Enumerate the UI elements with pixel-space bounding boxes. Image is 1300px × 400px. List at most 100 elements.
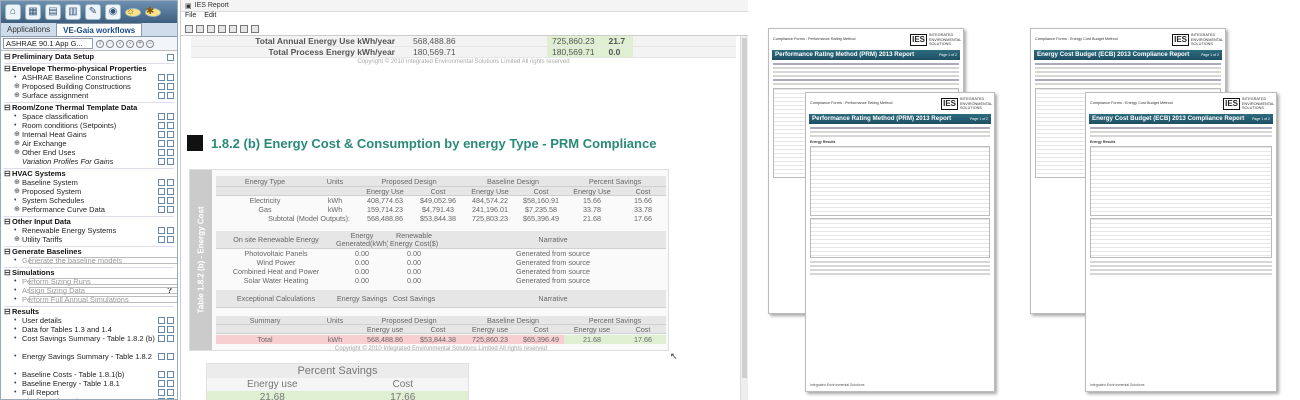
- checkbox[interactable]: [158, 149, 165, 156]
- checkbox[interactable]: [167, 122, 174, 129]
- checkbox[interactable]: [167, 206, 174, 213]
- checkbox[interactable]: [29, 278, 177, 285]
- checkbox[interactable]: [167, 140, 174, 147]
- checkbox[interactable]: [158, 206, 165, 213]
- checkbox[interactable]: [167, 353, 174, 360]
- workflow-combo[interactable]: ASHRAE 90.1 App G...: [3, 38, 93, 49]
- collapse-icon[interactable]: ⊟: [4, 268, 12, 277]
- checkbox[interactable]: [158, 188, 165, 195]
- checkbox[interactable]: [158, 236, 165, 243]
- checkbox[interactable]: [158, 122, 165, 129]
- tree-item[interactable]: • Room conditions (Setpoints): [4, 121, 174, 130]
- tree-item[interactable]: • Full Report: [4, 388, 174, 397]
- tree-item[interactable]: Variation Profiles For Gains: [4, 157, 174, 166]
- checkbox[interactable]: [158, 353, 165, 360]
- checkbox[interactable]: [167, 53, 174, 61]
- tree-section[interactable]: ⊟ Generate Baselines: [4, 246, 174, 256]
- checkbox[interactable]: [158, 179, 165, 186]
- tree-section[interactable]: ⊟ HVAC Systems: [4, 168, 174, 178]
- tree-item[interactable]: • System Schedules: [4, 196, 174, 205]
- checkbox[interactable]: [158, 380, 165, 387]
- tab-applications[interactable]: Applications: [1, 23, 56, 36]
- chart-icon[interactable]: ▥: [65, 4, 81, 20]
- tree-section[interactable]: ⊟ Simulations: [4, 267, 174, 277]
- checkbox[interactable]: [158, 83, 165, 90]
- tree-item[interactable]: ⊕ Proposed Building Constructions: [4, 82, 174, 91]
- checkbox[interactable]: [167, 389, 174, 396]
- checkbox[interactable]: [158, 371, 165, 378]
- menu-edit[interactable]: Edit: [204, 12, 216, 22]
- zoom-in-icon[interactable]: [240, 24, 248, 33]
- checkbox[interactable]: [158, 326, 165, 333]
- document-icon[interactable]: ▤: [45, 4, 61, 20]
- checkbox[interactable]: [158, 92, 165, 99]
- model-icon[interactable]: ▦: [25, 4, 41, 20]
- open-icon[interactable]: [196, 24, 204, 33]
- copy-icon[interactable]: [229, 24, 237, 33]
- checkbox[interactable]: [167, 326, 174, 333]
- tree-item[interactable]: ⊕ Performance Curve Data: [4, 205, 174, 214]
- collapse-icon[interactable]: ⊟: [4, 217, 12, 226]
- checkbox[interactable]: [167, 92, 174, 99]
- collapse-icon[interactable]: ⊟: [4, 64, 12, 73]
- checkbox[interactable]: [158, 131, 165, 138]
- tree-item[interactable]: • Energy Savings Summary - Table 1.8.2: [4, 352, 174, 370]
- tree-item[interactable]: ⊕ Utility Tariffs: [4, 235, 174, 244]
- checkbox[interactable]: [29, 287, 177, 294]
- tools-icon[interactable]: ✎: [85, 4, 101, 20]
- tree-item[interactable]: • Generate the baseline models: [4, 256, 177, 265]
- checkbox[interactable]: [167, 197, 174, 204]
- back-icon[interactable]: ‹: [116, 39, 124, 48]
- checkbox[interactable]: [167, 380, 174, 387]
- tree-item[interactable]: ⊕ Other End Uses: [4, 148, 174, 157]
- scrollbar-thumb[interactable]: [742, 38, 747, 378]
- report-scrollbar[interactable]: [740, 36, 748, 400]
- save-icon[interactable]: [185, 24, 193, 33]
- checkbox[interactable]: [167, 317, 174, 324]
- tree-item[interactable]: ⊕ Baseline System: [4, 178, 174, 187]
- tab-ve-gaia-workflows[interactable]: VE-Gaia workflows: [56, 23, 143, 36]
- globe-icon[interactable]: ✱: [145, 6, 161, 17]
- checkbox[interactable]: [29, 296, 177, 303]
- tree-item[interactable]: ⊕ Proposed System: [4, 187, 174, 196]
- print-preview-icon[interactable]: [218, 24, 226, 33]
- tree-section[interactable]: ⊟ Envelope Thermo-physical Properties: [4, 63, 174, 73]
- home-icon[interactable]: ⌂: [5, 4, 21, 20]
- checkbox[interactable]: [158, 389, 165, 396]
- checkbox[interactable]: [167, 371, 174, 378]
- view-icon[interactable]: ◉: [105, 4, 121, 20]
- info-icon[interactable]: i: [96, 39, 104, 48]
- tree-item[interactable]: • Assign Sizing Data?: [4, 286, 177, 295]
- tree-item[interactable]: • Perform Full Annual Simulations: [4, 295, 177, 304]
- checkbox[interactable]: [158, 74, 165, 81]
- checkbox[interactable]: [167, 158, 174, 165]
- remove-icon[interactable]: −: [146, 39, 154, 48]
- tree-item[interactable]: • Baseline Costs - Table 1.8.1(b): [4, 370, 174, 379]
- checkbox[interactable]: [167, 83, 174, 90]
- collapse-icon[interactable]: ⊟: [4, 169, 12, 178]
- checkbox[interactable]: [158, 113, 165, 120]
- collapse-icon[interactable]: ⊟: [4, 52, 12, 61]
- checkbox[interactable]: [167, 149, 174, 156]
- checkbox[interactable]: [158, 317, 165, 324]
- collapse-icon[interactable]: ⊟: [4, 247, 12, 256]
- tree-item[interactable]: • Renewable Energy Systems: [4, 226, 174, 235]
- tree-item[interactable]: • User details: [4, 316, 174, 325]
- checkbox[interactable]: [167, 335, 174, 342]
- checkbox[interactable]: [167, 74, 174, 81]
- checkbox[interactable]: [158, 227, 165, 234]
- tree-section[interactable]: ⊟ Preliminary Data Setup: [4, 52, 174, 61]
- tree-item[interactable]: ⊕ Air Exchange: [4, 139, 174, 148]
- user-icon[interactable]: ·: [106, 39, 114, 48]
- tree-item[interactable]: • ASHRAE Baseline Constructions: [4, 73, 174, 82]
- checkbox[interactable]: [158, 335, 165, 342]
- checkbox[interactable]: [167, 113, 174, 120]
- tree-section[interactable]: ⊟ Results: [4, 306, 174, 316]
- checkbox[interactable]: [158, 158, 165, 165]
- checkbox[interactable]: [167, 236, 174, 243]
- checkbox[interactable]: [167, 131, 174, 138]
- tree-item[interactable]: ⊕ Surface assignment: [4, 91, 174, 100]
- tree-item[interactable]: • Cost Savings Summary - Table 1.8.2 (b): [4, 334, 174, 352]
- print-icon[interactable]: [207, 24, 215, 33]
- settings-icon[interactable]: ☼: [125, 6, 141, 17]
